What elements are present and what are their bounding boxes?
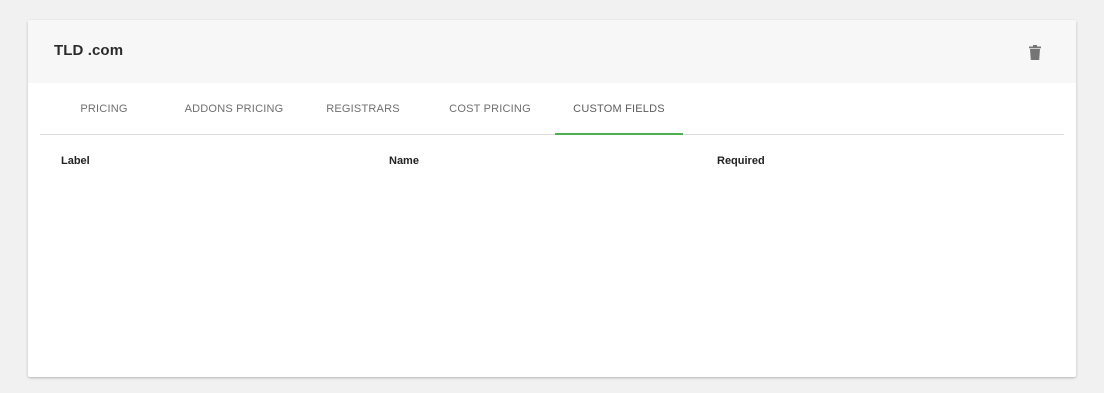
tab-custom-fields[interactable]: CUSTOM FIELDS [555,83,683,135]
delete-button[interactable] [1024,41,1046,63]
card-header: TLD .com [28,20,1076,83]
card-title: TLD .com [54,42,124,59]
tld-card: TLD .com PRICING ADDONS PRICING REGISTRA… [28,20,1076,377]
column-header-required: Required [717,155,765,167]
tab-bar: PRICING ADDONS PRICING REGISTRARS COST P… [40,83,1064,135]
column-header-name: Name [389,155,419,167]
column-header-label: Label [61,155,90,167]
trash-icon [1029,44,1041,60]
tab-registrars[interactable]: REGISTRARS [300,83,426,135]
active-tab-indicator [555,133,683,135]
custom-fields-table-header: Label Name Required [61,155,1051,169]
tab-addons-pricing[interactable]: ADDONS PRICING [168,83,300,135]
tab-cost-pricing[interactable]: COST PRICING [426,83,554,135]
tab-pricing[interactable]: PRICING [40,83,168,135]
